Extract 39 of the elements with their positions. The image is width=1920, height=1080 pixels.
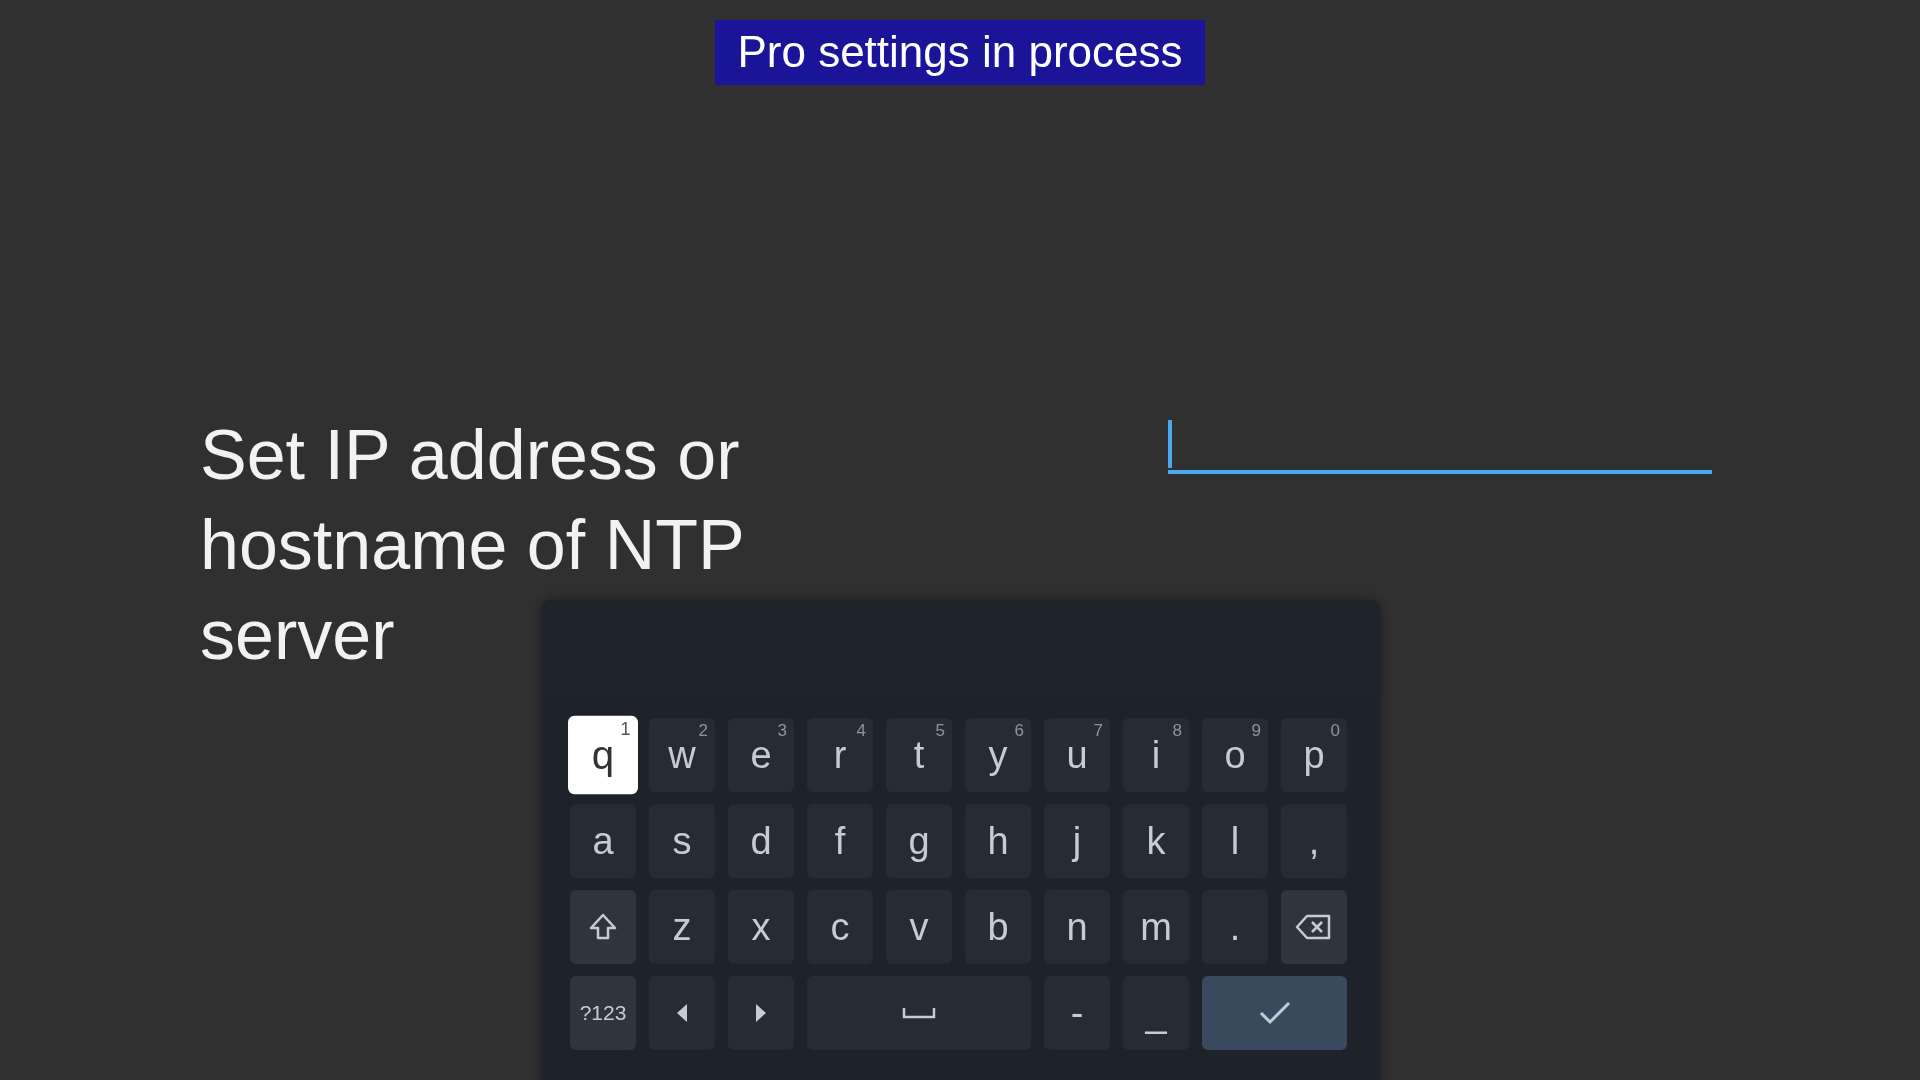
key[interactable]: z: [649, 890, 715, 964]
space-icon: [902, 1007, 936, 1019]
backspace-key[interactable]: [1281, 890, 1347, 964]
shift-icon: [588, 912, 618, 942]
key[interactable]: s: [649, 804, 715, 878]
key[interactable]: x: [728, 890, 794, 964]
backspace-icon: [1295, 913, 1333, 941]
left-arrow-key[interactable]: [649, 976, 715, 1050]
key[interactable]: t 5: [886, 718, 952, 792]
key[interactable]: .: [1202, 890, 1268, 964]
symbols-key[interactable]: ?123: [570, 976, 636, 1050]
key[interactable]: f: [807, 804, 873, 878]
input-field[interactable]: [1168, 418, 1712, 474]
key[interactable]: g: [886, 804, 952, 878]
key[interactable]: r 4: [807, 718, 873, 792]
checkmark-icon: [1258, 1001, 1291, 1025]
shift-key[interactable]: [570, 890, 636, 964]
key[interactable]: n: [1044, 890, 1110, 964]
key[interactable]: ,: [1281, 804, 1347, 878]
key[interactable]: b: [965, 890, 1031, 964]
key[interactable]: h: [965, 804, 1031, 878]
key[interactable]: d: [728, 804, 794, 878]
left-arrow-icon: [676, 1003, 688, 1023]
key[interactable]: c: [807, 890, 873, 964]
key[interactable]: i 8: [1123, 718, 1189, 792]
key[interactable]: j: [1044, 804, 1110, 878]
key[interactable]: -: [1044, 976, 1110, 1050]
key[interactable]: a: [570, 804, 636, 878]
right-arrow-icon: [755, 1003, 767, 1023]
status-banner: Pro settings in process: [715, 20, 1205, 85]
key[interactable]: v: [886, 890, 952, 964]
key[interactable]: k: [1123, 804, 1189, 878]
key[interactable]: l: [1202, 804, 1268, 878]
right-arrow-key[interactable]: [728, 976, 794, 1050]
prompt-text: Set IP address or hostname of NTP server: [200, 415, 745, 676]
space-key[interactable]: [807, 976, 1031, 1050]
key[interactable]: _: [1123, 976, 1189, 1050]
enter-key[interactable]: [1202, 976, 1347, 1050]
key[interactable]: m: [1123, 890, 1189, 964]
